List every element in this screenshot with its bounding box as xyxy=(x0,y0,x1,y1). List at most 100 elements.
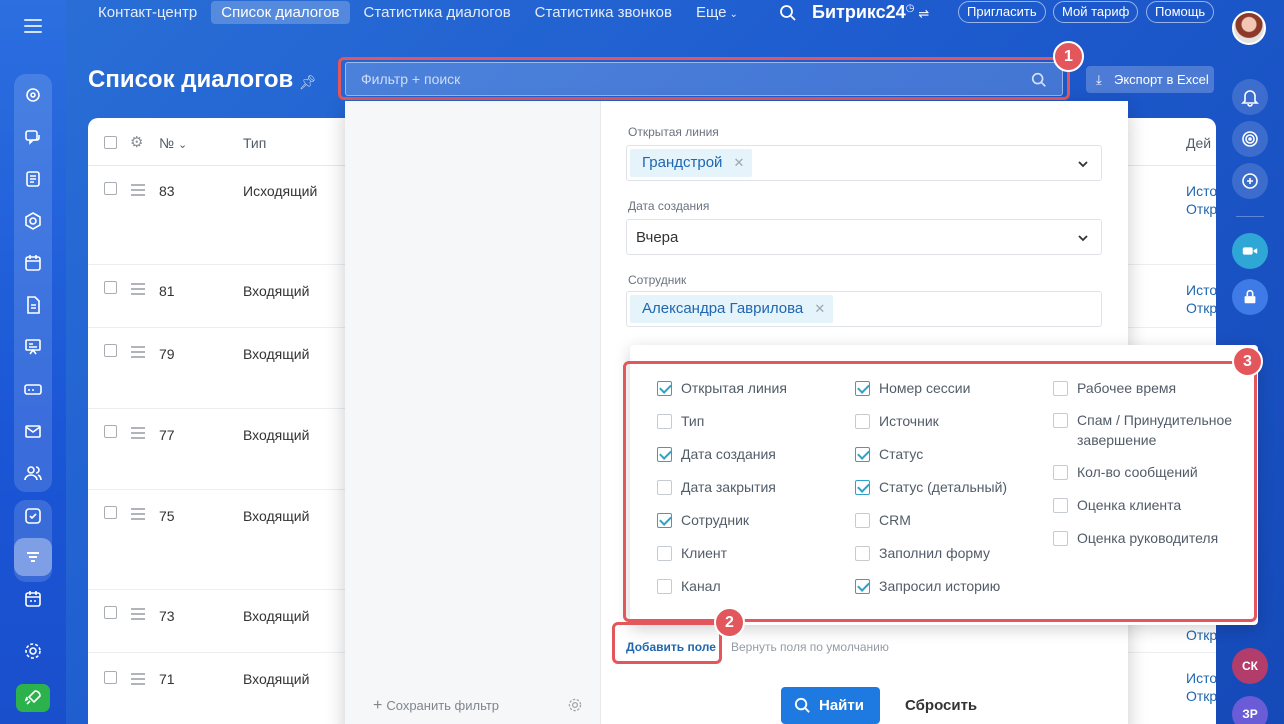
row-checkbox[interactable] xyxy=(104,182,117,195)
employee-field[interactable]: Александра Гаврилова ✕ xyxy=(626,291,1102,327)
export-excel-button[interactable]: ⤓ Экспорт в Excel xyxy=(1086,66,1214,93)
checkbox-icon[interactable] xyxy=(14,497,52,535)
menu-icon[interactable] xyxy=(24,19,42,37)
remove-tag-icon[interactable]: ✕ xyxy=(814,295,825,323)
row-type: Исходящий xyxy=(243,183,318,199)
column-header-actions[interactable]: Дей xyxy=(1186,135,1211,151)
select-all-checkbox[interactable] xyxy=(104,136,117,149)
highlight-frame-3 xyxy=(623,361,1257,622)
row-history-link[interactable]: Исто xyxy=(1186,182,1216,200)
row-checkbox[interactable] xyxy=(104,506,117,519)
row-number: 77 xyxy=(159,427,175,443)
row-number: 75 xyxy=(159,508,175,524)
lock-icon[interactable] xyxy=(1232,279,1268,315)
drag-handle-icon[interactable] xyxy=(131,184,145,199)
reset-button[interactable]: Сбросить xyxy=(905,697,977,714)
clock-icon: ◷ xyxy=(905,3,915,14)
download-icon: ⤓ xyxy=(1096,72,1102,87)
column-settings-gear-icon[interactable]: ⚙ xyxy=(130,133,143,151)
video-call-icon[interactable] xyxy=(1232,233,1268,269)
restore-default-fields-link[interactable]: Вернуть поля по умолчанию xyxy=(731,640,889,654)
row-checkbox[interactable] xyxy=(104,281,117,294)
mail-icon[interactable] xyxy=(14,412,52,450)
row-open-link[interactable]: Откр xyxy=(1186,626,1216,644)
export-label: Экспорт в Excel xyxy=(1114,72,1209,87)
row-checkbox[interactable] xyxy=(104,344,117,357)
create-date-value: Вчера xyxy=(636,229,679,246)
tab-contact-center[interactable]: Контакт-центр xyxy=(88,1,207,24)
row-history-link[interactable]: Исто xyxy=(1186,281,1216,299)
row-checkbox[interactable] xyxy=(104,671,117,684)
calendar-icon[interactable] xyxy=(14,244,52,282)
row-type: Входящий xyxy=(243,427,310,443)
tariff-button[interactable]: Мой тариф xyxy=(1053,1,1139,23)
presentation-icon[interactable] xyxy=(14,328,52,366)
settings-gear-icon[interactable] xyxy=(14,632,52,670)
tab-call-stats[interactable]: Статистика звонков xyxy=(525,1,682,24)
feed-icon[interactable] xyxy=(14,76,52,114)
row-number: 79 xyxy=(159,346,175,362)
copilot-icon[interactable] xyxy=(1232,121,1268,157)
tune-icon[interactable]: ⇌ xyxy=(918,6,929,21)
column-header-number[interactable]: № ⌄ xyxy=(159,135,187,151)
invite-button[interactable]: Пригласить xyxy=(958,1,1046,23)
chevron-down-icon[interactable] xyxy=(1077,158,1089,170)
users-icon[interactable] xyxy=(14,454,52,492)
schedule-icon[interactable] xyxy=(14,580,52,618)
row-type: Входящий xyxy=(243,283,310,299)
drive-icon[interactable] xyxy=(14,370,52,408)
remove-tag-icon[interactable]: ✕ xyxy=(734,149,745,177)
drag-handle-icon[interactable] xyxy=(131,608,145,623)
contact-avatar[interactable]: СК xyxy=(1232,648,1268,684)
chat-search-icon[interactable] xyxy=(1232,163,1268,199)
crm-icon[interactable] xyxy=(14,202,52,240)
open-line-field[interactable]: Грандстрой ✕ xyxy=(626,145,1102,181)
pin-icon[interactable]: 📌︎ xyxy=(299,74,317,91)
user-avatar[interactable] xyxy=(1232,11,1266,45)
help-button[interactable]: Помощь xyxy=(1146,1,1215,23)
page-title: Список диалогов xyxy=(88,66,294,93)
row-number: 81 xyxy=(159,283,175,299)
filter-presets-panel: + Сохранить фильтр xyxy=(345,101,601,724)
tab-dialog-stats[interactable]: Статистика диалогов xyxy=(354,1,521,24)
brand-logo[interactable]: Битрикс24◷ ⇌ xyxy=(812,2,929,23)
rocket-icon[interactable] xyxy=(16,684,50,712)
contact-avatar[interactable]: ЗР xyxy=(1232,696,1268,724)
tab-more[interactable]: Еще ⌄ xyxy=(686,1,748,24)
row-history-link[interactable]: Исто xyxy=(1186,669,1216,687)
tasks-icon[interactable] xyxy=(14,160,52,198)
right-sidebar: СК ЗР xyxy=(1216,42,1284,724)
open-line-tag[interactable]: Грандстрой ✕ xyxy=(630,149,753,177)
open-line-tag-label: Грандстрой xyxy=(642,154,723,171)
drag-handle-icon[interactable] xyxy=(131,283,145,298)
docs-icon[interactable] xyxy=(14,286,52,324)
highlight-frame-1 xyxy=(338,57,1070,100)
row-checkbox[interactable] xyxy=(104,606,117,619)
field-label-create-date: Дата создания xyxy=(628,199,710,213)
left-sidebar xyxy=(0,0,66,724)
row-checkbox[interactable] xyxy=(104,425,117,438)
chat-icon[interactable] xyxy=(14,118,52,156)
chevron-down-icon: ⌄ xyxy=(729,9,738,20)
tab-dialog-list[interactable]: Список диалогов xyxy=(211,1,350,24)
find-button-label: Найти xyxy=(819,697,864,714)
search-icon xyxy=(794,697,810,713)
row-open-link[interactable]: Откр xyxy=(1186,200,1216,218)
column-header-type[interactable]: Тип xyxy=(243,135,266,151)
filter-funnel-icon[interactable] xyxy=(14,538,52,576)
drag-handle-icon[interactable] xyxy=(131,508,145,523)
notification-bell-icon[interactable] xyxy=(1232,79,1268,115)
save-filter-button[interactable]: + Сохранить фильтр xyxy=(373,697,499,715)
row-open-link[interactable]: Откр xyxy=(1186,687,1216,705)
search-icon[interactable] xyxy=(778,3,798,23)
employee-tag[interactable]: Александра Гаврилова ✕ xyxy=(630,295,834,323)
drag-handle-icon[interactable] xyxy=(131,427,145,442)
chevron-down-icon[interactable] xyxy=(1077,232,1089,244)
preset-settings-gear-icon[interactable] xyxy=(567,697,583,713)
drag-handle-icon[interactable] xyxy=(131,673,145,688)
find-button[interactable]: Найти xyxy=(781,687,880,724)
create-date-field[interactable]: Вчера xyxy=(626,219,1102,255)
row-open-link[interactable]: Откр xyxy=(1186,299,1216,317)
drag-handle-icon[interactable] xyxy=(131,346,145,361)
row-type: Входящий xyxy=(243,346,310,362)
